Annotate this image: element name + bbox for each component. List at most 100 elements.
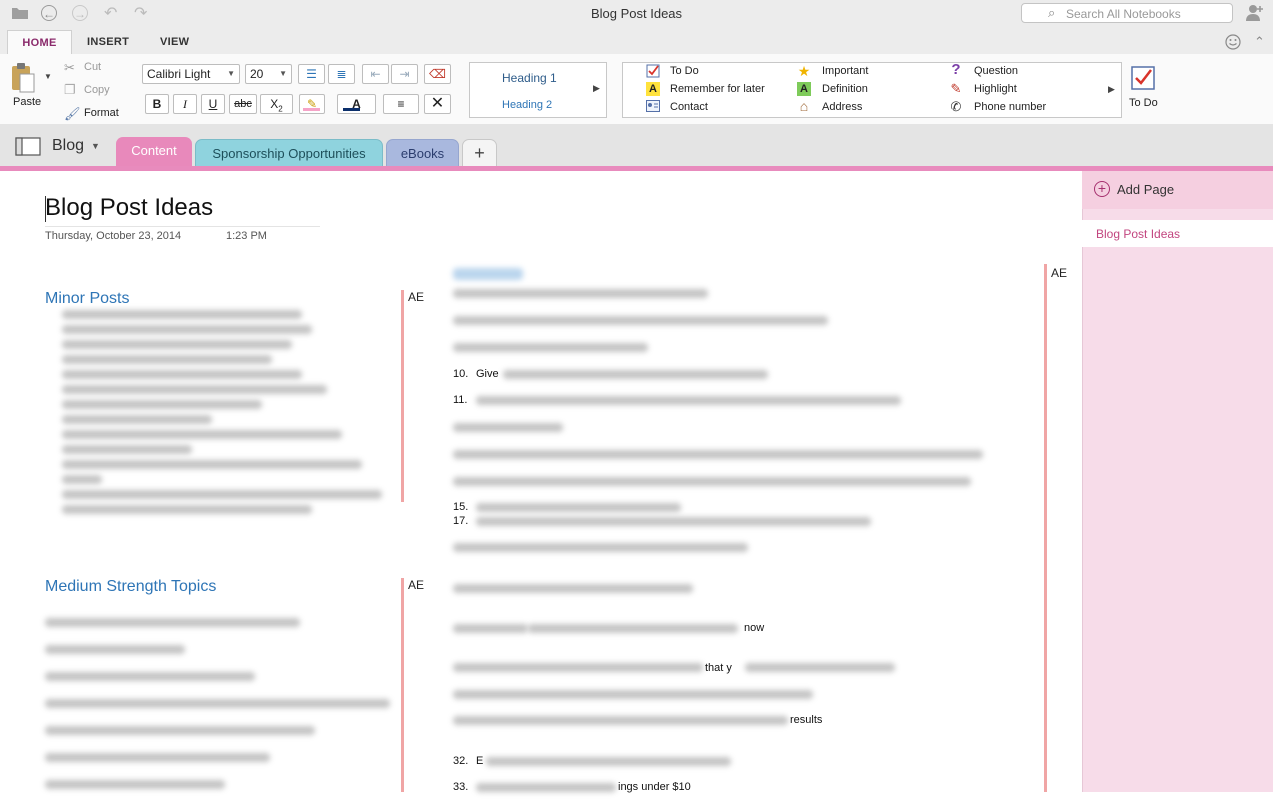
paste-button[interactable]: Paste: [13, 96, 41, 108]
house-icon: ⌂: [799, 98, 809, 114]
delete-icon[interactable]: ✕: [424, 94, 451, 114]
tab-insert[interactable]: INSERT: [87, 30, 129, 54]
tag-todo[interactable]: To Do: [670, 65, 699, 77]
style-heading-2[interactable]: Heading 2: [502, 99, 552, 111]
page-title[interactable]: Blog Post Ideas: [45, 194, 213, 222]
search-icon: ⌕: [1048, 5, 1056, 20]
format-brush-icon: 🖌: [64, 106, 81, 121]
author-initials: AE: [1051, 266, 1068, 280]
list-text-fragment: that y: [705, 662, 732, 674]
search-input[interactable]: ⌕ Search All Notebooks: [1021, 3, 1233, 23]
strikethrough-button[interactable]: abc: [229, 94, 257, 114]
add-section-button[interactable]: +: [462, 139, 497, 167]
blurred-line: [453, 663, 703, 672]
tag-contact[interactable]: Contact: [670, 101, 708, 113]
tag-question[interactable]: Question: [974, 65, 1018, 77]
scissors-icon: ✂: [64, 60, 75, 75]
chevron-up-icon[interactable]: ⌃: [1254, 34, 1265, 50]
checkbox-icon: [646, 64, 660, 78]
tag-remember[interactable]: Remember for later: [670, 83, 765, 95]
todo-checkbox-icon[interactable]: [1131, 66, 1155, 93]
add-person-icon[interactable]: [1245, 4, 1265, 25]
star-icon: ★: [797, 63, 811, 79]
blurred-list-medium: [45, 618, 390, 807]
phone-icon: ✆: [950, 99, 962, 114]
page-date: Thursday, October 23, 2014: [45, 230, 182, 242]
format-painter-button[interactable]: Format: [84, 107, 119, 119]
blurred-line: [453, 584, 693, 593]
section-tab-sponsorship[interactable]: Sponsorship Opportunities: [195, 139, 383, 167]
blurred-line: [453, 423, 563, 432]
blurred-line: [476, 503, 681, 512]
smiley-icon[interactable]: [1225, 34, 1241, 53]
outdent-icon[interactable]: ⇤: [362, 64, 389, 84]
tag-address[interactable]: Address: [822, 101, 862, 113]
author-bar: [401, 578, 404, 792]
add-page-button[interactable]: + Add Page: [1082, 171, 1273, 209]
page-list-item-label: Blog Post Ideas: [1096, 227, 1181, 241]
heading-medium-topics[interactable]: Medium Strength Topics: [45, 578, 216, 596]
font-family-select[interactable]: Calibri Light ▼: [142, 64, 240, 84]
todo-button[interactable]: To Do: [1129, 97, 1158, 109]
add-page-label: Add Page: [1117, 182, 1175, 197]
tag-definition[interactable]: Definition: [822, 83, 868, 95]
list-text-fragment: E: [476, 755, 484, 767]
tag-highlight[interactable]: Highlight: [974, 83, 1017, 95]
subscript-button[interactable]: X2: [260, 94, 293, 114]
blurred-line: [453, 624, 528, 633]
list-text-fragment: now: [744, 622, 765, 634]
blurred-line: [476, 783, 616, 792]
section-tab-content[interactable]: Content: [116, 137, 192, 167]
italic-button[interactable]: I: [173, 94, 197, 114]
tags-more-icon[interactable]: ▶: [1108, 84, 1115, 95]
underline-button[interactable]: U: [201, 94, 225, 114]
indent-icon[interactable]: ⇥: [391, 64, 418, 84]
list-number: 15.: [453, 501, 469, 513]
definition-a-icon: A: [797, 82, 811, 96]
numbering-icon[interactable]: ≣: [328, 64, 355, 84]
clear-formatting-icon[interactable]: ⌫: [424, 64, 451, 84]
align-icon[interactable]: ≡: [383, 94, 419, 114]
cut-button[interactable]: Cut: [84, 61, 101, 73]
tag-important[interactable]: Important: [822, 65, 868, 77]
list-text-fragment: results: [790, 714, 823, 726]
chevron-down-icon: ▼: [227, 69, 235, 78]
bullets-icon[interactable]: ☰: [298, 64, 325, 84]
blurred-line: [745, 663, 895, 672]
page-time: 1:23 PM: [226, 230, 267, 242]
contact-card-icon: [646, 100, 660, 114]
notebook-name[interactable]: Blog: [52, 137, 84, 155]
blurred-line: [453, 343, 648, 352]
blurred-line: [453, 477, 971, 486]
section-tab-ebooks[interactable]: eBooks: [386, 139, 459, 167]
blurred-line: [486, 757, 731, 766]
paste-dropdown-icon[interactable]: ▼: [44, 72, 52, 81]
copy-button[interactable]: Copy: [84, 84, 110, 96]
blurred-line: [528, 624, 738, 633]
bold-button[interactable]: B: [145, 94, 169, 114]
font-size-select[interactable]: 20 ▼: [245, 64, 292, 84]
tab-home[interactable]: HOME: [7, 30, 72, 55]
search-placeholder: Search All Notebooks: [1066, 7, 1181, 21]
page-list-item[interactable]: Blog Post Ideas: [1082, 220, 1273, 247]
list-number: 32.: [453, 755, 469, 767]
tab-view[interactable]: VIEW: [160, 30, 189, 54]
font-color-button[interactable]: A: [337, 94, 376, 114]
font-size-value: 20: [250, 67, 264, 81]
notebook-dropdown-icon[interactable]: ▼: [91, 141, 100, 151]
styles-more-icon[interactable]: ▶: [593, 83, 600, 94]
paste-icon[interactable]: [10, 62, 36, 97]
notebook-icon: [15, 137, 41, 159]
blurred-line: [476, 517, 871, 526]
author-initials: AE: [408, 578, 425, 592]
heading-minor-posts[interactable]: Minor Posts: [45, 290, 129, 308]
highlighter-icon[interactable]: ✎: [299, 94, 325, 114]
page-list-pane: [1082, 171, 1273, 792]
style-heading-1[interactable]: Heading 1: [502, 71, 557, 85]
tag-phone[interactable]: Phone number: [974, 101, 1046, 113]
blurred-list-minor: [62, 310, 382, 520]
ribbon-tabs-bar: [0, 28, 1273, 55]
font-family-value: Calibri Light: [147, 67, 211, 81]
author-bar: [401, 290, 404, 502]
list-text-fragment: ings under $10: [618, 781, 691, 793]
